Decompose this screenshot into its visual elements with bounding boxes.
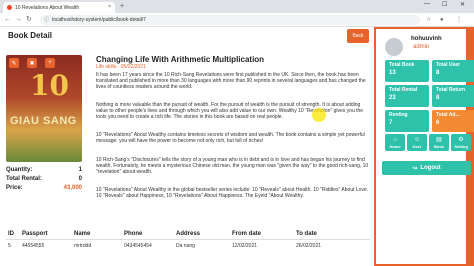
table-header-id: ID <box>8 231 14 237</box>
book-label: Book <box>434 143 444 149</box>
description-paragraph: 10 Rich-Sang's "Disclosures" tells the s… <box>96 157 369 176</box>
book-button[interactable]: ▤ Book <box>429 134 449 151</box>
minimize-button[interactable]: — <box>424 1 430 7</box>
book-category-date: Life skills - 05/02/2021 <box>96 64 146 70</box>
tab-close-icon[interactable]: × <box>108 4 111 10</box>
price-label: Price: <box>6 185 23 191</box>
browser-tab-strip: 10 Revelations About Wealth × + — ☐ ✕ <box>0 0 474 13</box>
stat-label: Total Return <box>436 87 466 93</box>
back-button[interactable]: Back <box>347 29 369 43</box>
stat-value: 6 <box>436 120 440 126</box>
table-cell: Da nang <box>176 243 195 249</box>
close-window-button[interactable]: ✕ <box>460 1 465 8</box>
favicon-icon <box>7 5 12 10</box>
stat-label: Total User <box>436 62 461 68</box>
stat-label: Total Book <box>389 62 415 68</box>
table-header-from-date: From date <box>232 231 262 237</box>
site-info-icon[interactable]: ⓘ <box>44 15 49 25</box>
stat-total-rental[interactable]: Total Rental 23 <box>385 85 429 107</box>
stat-value: 8 <box>436 70 440 76</box>
new-tab-button[interactable]: + <box>120 2 124 11</box>
user-button[interactable]: ☺ User <box>407 134 427 151</box>
table-header-phone: Phone <box>124 231 143 237</box>
cover-title: 10 <box>30 69 69 102</box>
stat-total-user[interactable]: Total User 8 <box>432 60 474 82</box>
book-icon: ▤ <box>436 136 442 143</box>
gear-icon: ⚙ <box>458 136 464 143</box>
logout-label: Logout <box>420 165 441 171</box>
table-cell: 26/02/2021 <box>296 243 322 249</box>
rental-label: Total Rental: <box>6 176 42 182</box>
table-header-name: Name <box>74 231 91 237</box>
admin-sidebar: hohuuvinh admin Total Book 13 Total User… <box>374 27 474 266</box>
page-title: Book Detail <box>8 31 53 40</box>
description-paragraph: 10 "Revelations" About Wealthy in the gl… <box>96 187 369 200</box>
logout-icon: ↪ <box>412 165 418 172</box>
stat-renting[interactable]: Renting 7 <box>385 110 429 132</box>
edit-icon[interactable]: ✎ <box>9 58 19 68</box>
book-title: Changing Life With Arithmetic Multiplica… <box>96 55 265 64</box>
table-cell: 44554555 <box>22 243 45 249</box>
description-paragraph: Nothing is more valuable than the pursui… <box>96 102 364 121</box>
forward-arrow-icon[interactable]: → <box>15 15 22 25</box>
description-paragraph: It has been 17 years since the 10 Rich-S… <box>96 72 366 91</box>
table-header-to-date: To date <box>296 231 317 237</box>
bookmark-star-icon[interactable]: ☆ <box>426 15 431 25</box>
stat-value: 23 <box>389 95 396 101</box>
description-paragraph: 10 "Revelations" About Wealthy contains … <box>96 132 365 145</box>
table-cell: 5 <box>8 243 11 249</box>
home-button[interactable]: ⌂ Home <box>385 134 405 151</box>
username: hohuuvinh <box>411 36 442 42</box>
table-divider <box>6 239 370 240</box>
stat-total-admin[interactable]: Total Ad... 6 <box>432 110 474 132</box>
user-icon: ☺ <box>413 136 421 143</box>
home-icon: ⌂ <box>393 136 397 143</box>
table-header-address: Address <box>176 231 201 237</box>
quantity-label: Quantity: <box>6 167 33 173</box>
stat-label: Total Ad... <box>436 112 460 118</box>
stat-value: 13 <box>389 70 396 76</box>
table-cell: 12/02/2021 <box>232 243 258 249</box>
quantity-value: 1 <box>78 167 82 173</box>
setting-button[interactable]: ⚙ Setting <box>451 134 471 151</box>
setting-label: Setting <box>454 143 468 149</box>
tab-title: 10 Revelations About Wealth <box>15 4 80 11</box>
browser-tab[interactable]: 10 Revelations About Wealth × <box>3 2 115 13</box>
url-field[interactable]: ⓘ localhost/story-system/public/book-det… <box>40 15 420 25</box>
reload-icon[interactable]: ↻ <box>26 15 32 25</box>
address-bar: ← → ↻ ⓘ localhost/story-system/public/bo… <box>0 13 474 27</box>
stat-value: 8 <box>436 95 440 101</box>
table-cell: 0434545454 <box>124 243 152 249</box>
stat-total-return[interactable]: Total Return 8 <box>432 85 474 107</box>
add-icon[interactable]: + <box>45 58 55 68</box>
maximize-button[interactable]: ☐ <box>442 1 447 8</box>
stat-total-book[interactable]: Total Book 13 <box>385 60 429 82</box>
logout-button[interactable]: ↪ Logout <box>382 161 471 175</box>
stat-label: Renting <box>389 112 408 118</box>
user-role: admin <box>413 44 430 50</box>
price-value: 43,000 <box>63 185 82 191</box>
cursor-highlight <box>312 108 326 122</box>
delete-icon[interactable]: ✖ <box>27 58 37 68</box>
book-cover-image: 10 GIAU SANG <box>6 55 82 162</box>
stat-value: 7 <box>389 120 393 126</box>
stat-label: Total Rental <box>389 87 418 93</box>
cover-subtitle: GIAU SANG <box>10 115 77 127</box>
user-label: User <box>412 143 422 149</box>
back-arrow-icon[interactable]: ← <box>4 15 11 25</box>
table-header-passport: Passport <box>22 231 48 237</box>
url-text: localhost/story-system/public/book-detai… <box>52 17 146 23</box>
home-label: Home <box>389 143 401 149</box>
menu-kebab-icon[interactable]: ⋮ <box>456 15 462 25</box>
table-cell: mrtrddd <box>74 243 92 249</box>
rental-value: 0 <box>78 176 82 182</box>
avatar <box>385 38 403 56</box>
profile-icon[interactable]: ● <box>440 15 444 25</box>
